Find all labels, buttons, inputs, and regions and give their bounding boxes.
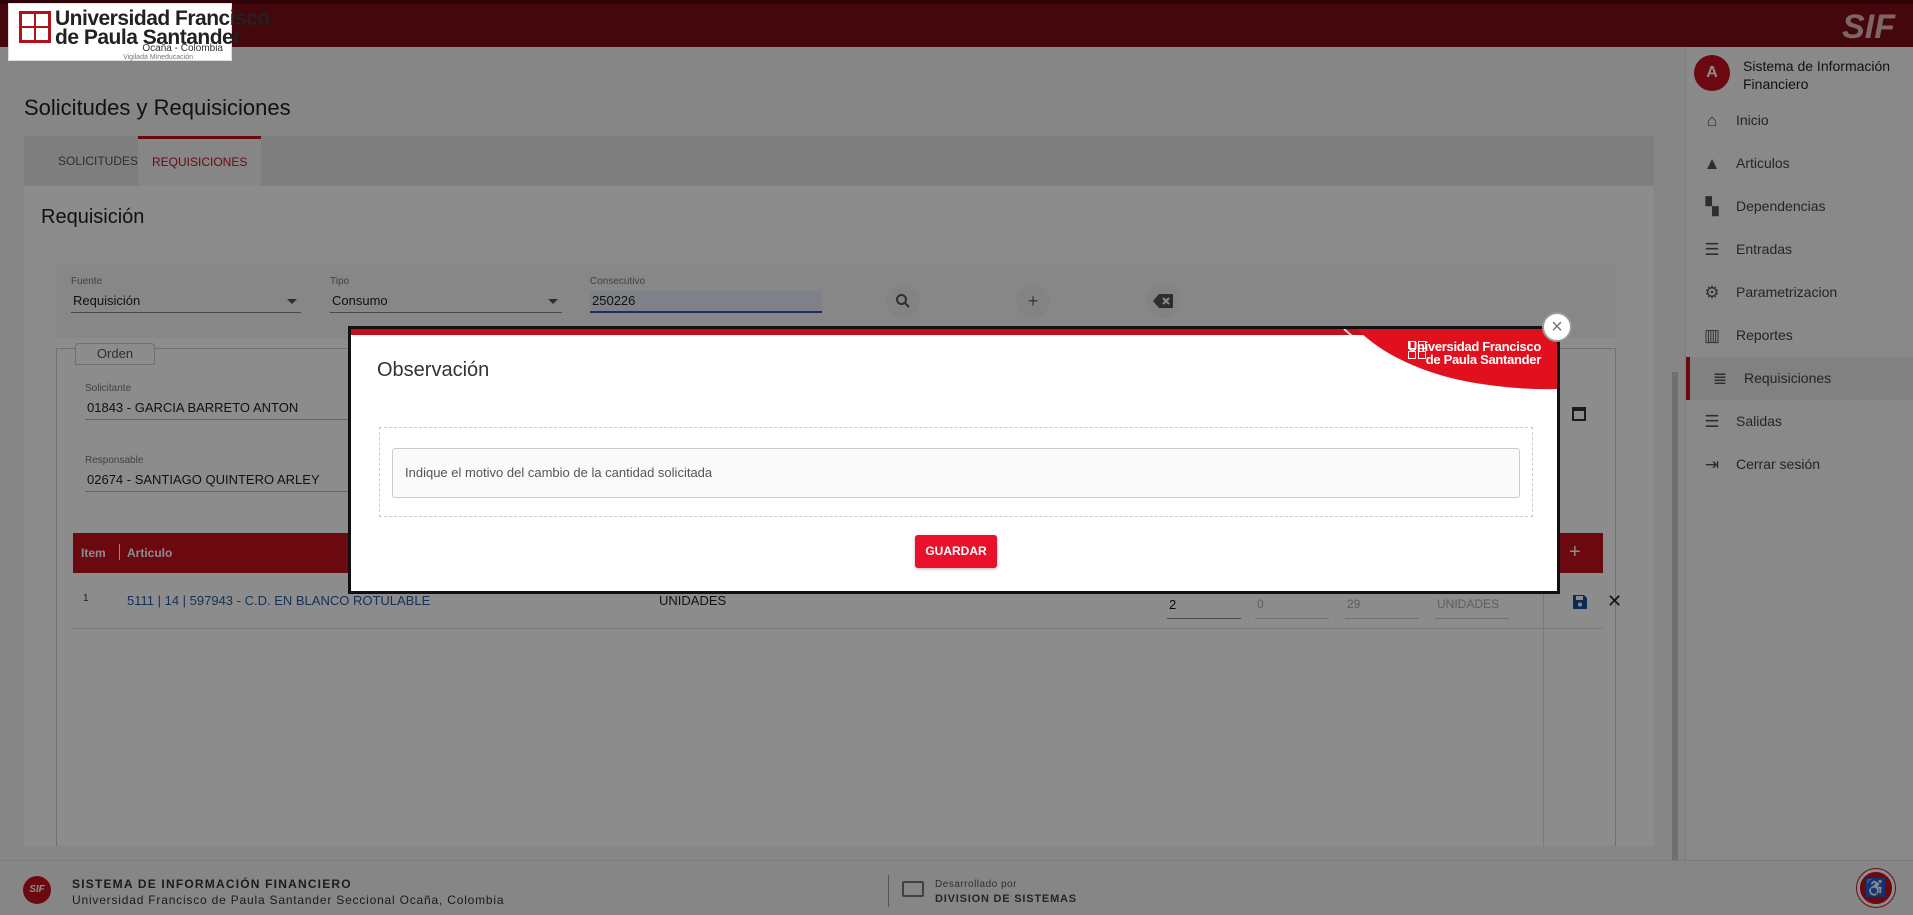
university-logo[interactable]: Universidad Francisco de Paula Santander… [8,3,270,61]
observacion-modal: Universidad Francisco de Paula Santander… [348,326,1560,594]
close-icon: × [1551,316,1563,338]
observacion-area: Indique el motivo del cambio de la canti… [379,427,1533,517]
logo-line3: Ocaña - Colombia [142,43,223,54]
logo-line4: Vigilada Mineducación [123,54,193,61]
modal-brand-line2: de Paula Santander [1425,352,1542,367]
guardar-button[interactable]: GUARDAR [915,535,997,568]
close-modal-button[interactable]: × [1542,312,1572,342]
observacion-input[interactable]: Indique el motivo del cambio de la canti… [392,448,1520,498]
university-logo-icon [19,11,51,43]
modal-title: Observación [377,359,490,381]
